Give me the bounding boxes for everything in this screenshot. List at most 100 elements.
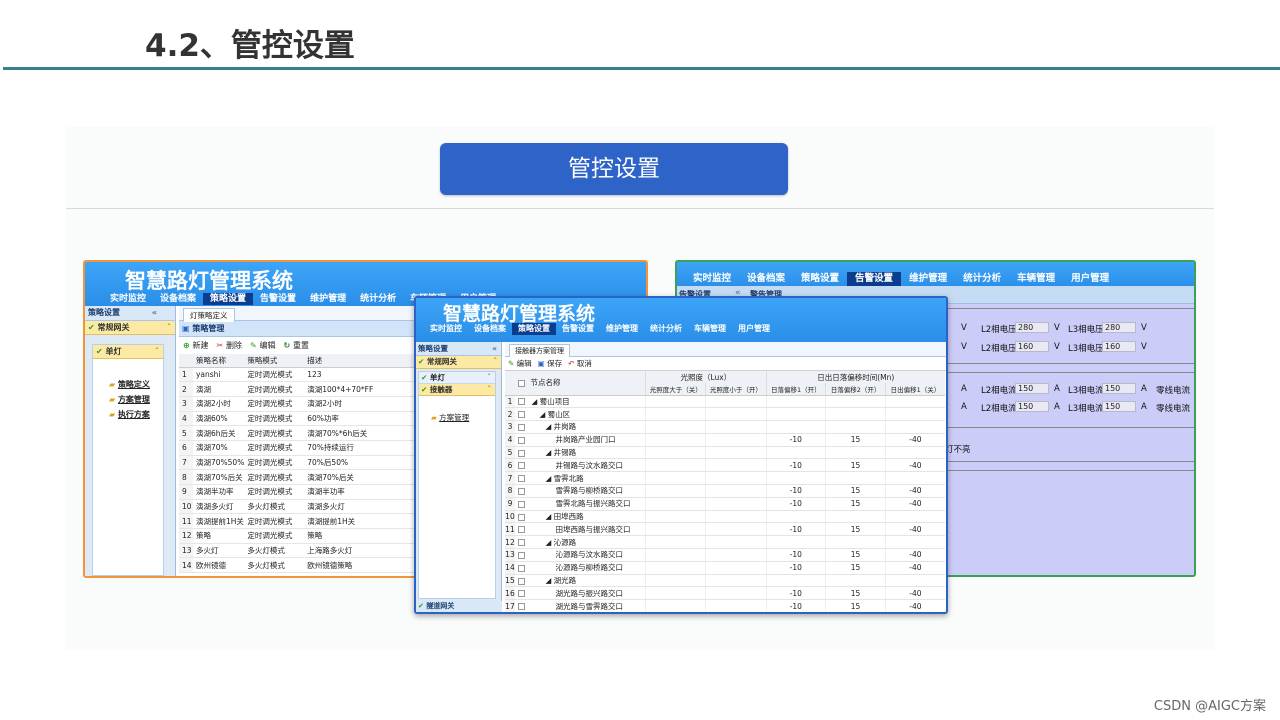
- table-row[interactable]: 14 沁源路与柳桥路交口 -10 15 -40: [505, 561, 945, 575]
- nav-item[interactable]: 统计分析: [644, 323, 688, 335]
- row-checkbox[interactable]: [514, 586, 528, 601]
- collapse-icon[interactable]: «: [492, 342, 497, 355]
- table-row[interactable]: 2 ◢ 蜀山区: [505, 407, 945, 422]
- row-checkbox[interactable]: [514, 433, 528, 447]
- nav-item[interactable]: 车辆管理: [688, 323, 732, 335]
- table-row[interactable]: 15 ◢ 湖光路: [505, 574, 945, 588]
- sidebar-link[interactable]: ▰ 策略定义: [109, 379, 163, 394]
- nav-item[interactable]: 策略设置: [512, 323, 556, 335]
- toolbar-button[interactable]: ✎ 编辑: [508, 359, 532, 368]
- column-header[interactable]: 日落偏移1（开）: [765, 383, 826, 396]
- nav-item[interactable]: 用户管理: [732, 323, 776, 335]
- table-row[interactable]: 16 湖光路与振兴路交口 -10 15 -40: [505, 586, 945, 601]
- table-row[interactable]: 13 沁源路与汶水路交口 -10 15 -40: [505, 548, 945, 562]
- sidebar-link[interactable]: ▰ 执行方案: [109, 409, 163, 424]
- nav-item[interactable]: 策略设置: [203, 293, 254, 305]
- table-row[interactable]: 17 湖光路与雪霁路交口 -10 15 -40: [505, 599, 945, 612]
- table-row[interactable]: 11 田埠西路与振兴路交口 -10 15 -40: [505, 522, 945, 537]
- column-header[interactable]: 光照度小于（开）: [705, 383, 766, 396]
- toolbar-button[interactable]: ↻ 重置: [284, 341, 310, 350]
- table-row[interactable]: 13 多火灯 多火灯模式 上海路多火灯: [179, 543, 424, 559]
- row-checkbox[interactable]: [514, 446, 528, 460]
- table-row[interactable]: 12 策略 定时调光模式 策略: [179, 528, 424, 544]
- select-all-checkbox[interactable]: [514, 371, 528, 396]
- sidebar-group-gateway[interactable]: ✔ 常规网关 ˆ: [85, 321, 175, 335]
- table-row[interactable]: 3 ◢ 井岗路: [505, 420, 945, 434]
- column-header[interactable]: 策略名称: [192, 354, 245, 368]
- table-row[interactable]: 1 ◢ 蜀山项目: [505, 395, 945, 409]
- l2-input[interactable]: 160: [1015, 341, 1049, 352]
- toolbar-button[interactable]: ⊕ 新建: [183, 341, 209, 350]
- sidebar-tunnel-gateway[interactable]: ✔ 隧道网关: [416, 601, 502, 612]
- row-checkbox[interactable]: [514, 510, 528, 524]
- column-header[interactable]: 描述: [304, 354, 424, 368]
- nav-item[interactable]: 策略设置: [793, 272, 847, 286]
- table-row[interactable]: 2 演湖 定时调光模式 演湖100*4+70*FF: [179, 381, 424, 397]
- row-checkbox[interactable]: [514, 548, 528, 562]
- nav-item[interactable]: 维护管理: [303, 293, 353, 305]
- table-row[interactable]: 14 欧州镜德 多火灯模式 欧州镜德策略: [179, 557, 424, 574]
- sidebar-link-scheme[interactable]: ▰ 方案管理: [419, 396, 495, 423]
- table-row[interactable]: 11 演湖提前1H关 定时调光模式 演湖提前1H关: [179, 513, 424, 530]
- sidebar-sub-contactor[interactable]: ✔ 接触器 ˆ: [419, 384, 495, 396]
- row-checkbox[interactable]: [514, 458, 528, 473]
- table-row[interactable]: 6 演湖70% 定时调光模式 70%持续运行: [179, 440, 424, 456]
- nav-item[interactable]: 设备档案: [739, 272, 793, 286]
- table-row[interactable]: 12 ◢ 沁源路: [505, 535, 945, 550]
- row-checkbox[interactable]: [514, 574, 528, 588]
- table-row[interactable]: 7 演湖70%50% 定时调光模式 70%后50%: [179, 455, 424, 471]
- collapse-icon[interactable]: «: [152, 306, 157, 320]
- row-checkbox[interactable]: [514, 522, 528, 537]
- nav-item[interactable]: 设备档案: [153, 293, 203, 305]
- nav-item[interactable]: 告警设置: [847, 272, 902, 286]
- nav-item[interactable]: 告警设置: [253, 293, 303, 305]
- table-row[interactable]: 4 演湖60% 定时调光模式 60%功率: [179, 411, 424, 427]
- nav-item[interactable]: 设备档案: [468, 323, 512, 335]
- table-row[interactable]: 8 雪霁路与柳桥路交口 -10 15 -40: [505, 484, 945, 498]
- nav-item[interactable]: 车辆管理: [1009, 272, 1063, 286]
- table-row[interactable]: 6 井锡路与汶水路交口 -10 15 -40: [505, 458, 945, 473]
- row-checkbox[interactable]: [514, 561, 528, 575]
- table-row[interactable]: 5 ◢ 井锡路: [505, 446, 945, 460]
- column-header[interactable]: [179, 354, 193, 368]
- row-checkbox[interactable]: [514, 535, 528, 550]
- nav-item[interactable]: 统计分析: [955, 272, 1009, 286]
- nav-item[interactable]: 实时监控: [424, 323, 468, 335]
- table-row[interactable]: 8 演湖70%后关 定时调光模式 演湖70%后关: [179, 469, 424, 485]
- table-row[interactable]: 7 ◢ 雪霁北路: [505, 471, 945, 486]
- nav-item[interactable]: 统计分析: [353, 293, 403, 305]
- tab-strategy-definition[interactable]: 灯策略定义: [183, 308, 235, 322]
- table-row[interactable]: 1 yanshi 定时调光模式 123: [179, 367, 424, 383]
- table-row[interactable]: 9 雪霁北路与振兴路交口 -10 15 -40: [505, 497, 945, 511]
- table-row[interactable]: 5 演湖6h后关 定时调光模式 演湖70%*6h后关: [179, 425, 424, 441]
- column-header[interactable]: 日落偏移2（开）: [825, 383, 886, 396]
- nav-item[interactable]: 实时监控: [103, 293, 153, 305]
- l2-input[interactable]: 280: [1015, 322, 1049, 333]
- table-row[interactable]: 4 井岗路产业园门口 -10 15 -40: [505, 433, 945, 447]
- section-button[interactable]: 管控设置: [440, 143, 788, 195]
- toolbar-button[interactable]: ▣ 保存: [538, 359, 562, 368]
- row-checkbox[interactable]: [514, 484, 528, 498]
- nav-item[interactable]: 告警设置: [556, 323, 600, 335]
- l3-input[interactable]: 160: [1102, 341, 1136, 352]
- toolbar-button[interactable]: ↶ 取消: [568, 359, 592, 368]
- tab-contactor-scheme[interactable]: 接触器方案管理: [509, 344, 570, 357]
- nav-item[interactable]: 维护管理: [600, 323, 644, 335]
- table-row[interactable]: 9 演湖半功率 定时调光模式 演湖半功率: [179, 484, 424, 500]
- column-header[interactable]: 节点名称: [527, 371, 646, 396]
- sidebar-sub-single-lamp[interactable]: ✔ 单灯 ˇ: [419, 372, 495, 384]
- l3-input[interactable]: 150: [1102, 383, 1136, 394]
- row-checkbox[interactable]: [514, 395, 528, 409]
- l3-input[interactable]: 150: [1102, 401, 1136, 412]
- row-checkbox[interactable]: [514, 497, 528, 511]
- row-checkbox[interactable]: [514, 407, 528, 422]
- toolbar-button[interactable]: ✂ 删除: [217, 341, 243, 350]
- nav-item[interactable]: 实时监控: [685, 272, 739, 286]
- table-row[interactable]: 10 ◢ 田埠西路: [505, 510, 945, 524]
- table-row[interactable]: 3 演湖2小时 定时调光模式 演湖2小时: [179, 396, 424, 412]
- table-row[interactable]: 10 演湖多火灯 多火灯模式 演湖多火灯: [179, 499, 424, 515]
- toolbar-button[interactable]: ✎ 编辑: [250, 341, 276, 350]
- column-header[interactable]: 日出偏移1（关）: [884, 383, 945, 396]
- sidebar-sub-single-lamp[interactable]: ✔ 单灯 ˆ: [93, 345, 163, 359]
- sidebar-link[interactable]: ▰ 方案管理: [109, 394, 163, 409]
